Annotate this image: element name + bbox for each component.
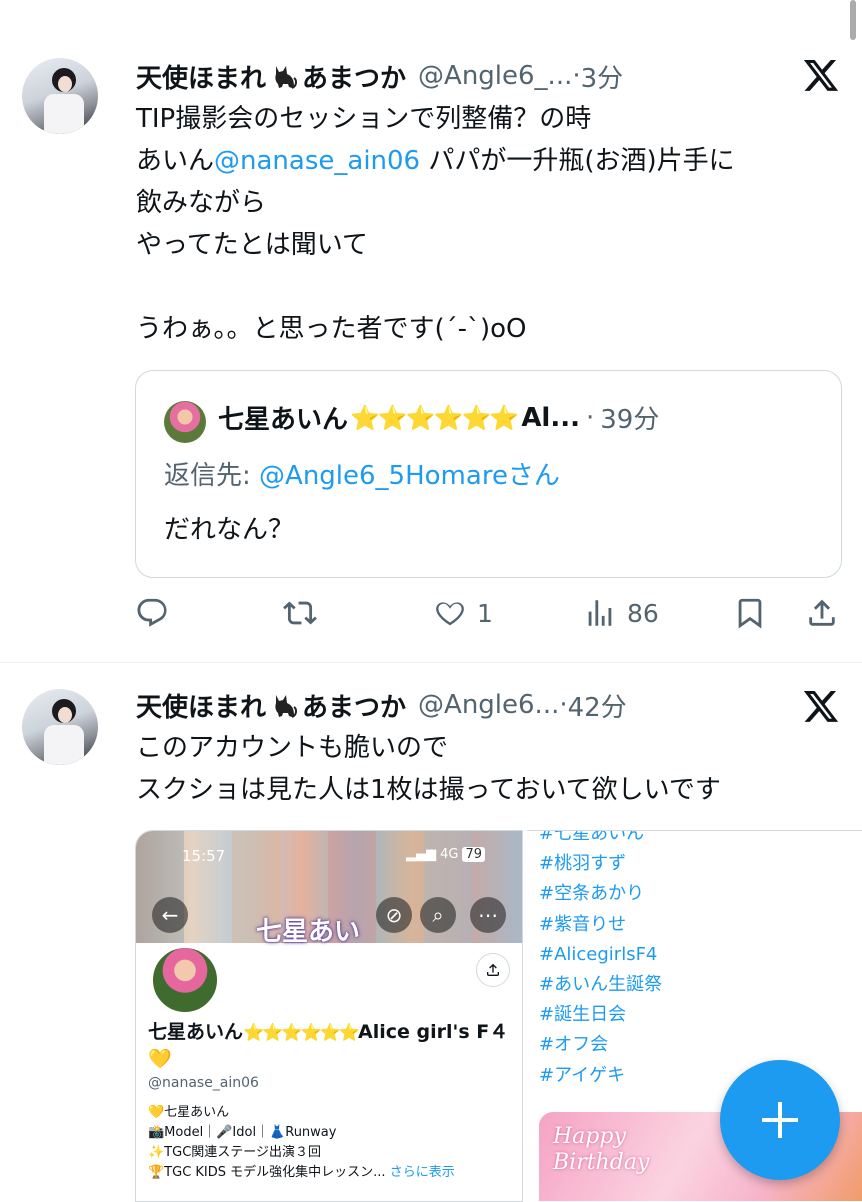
- author-handle[interactable]: @Angle6_...: [418, 61, 572, 91]
- reply-button[interactable]: [135, 596, 169, 630]
- avatar[interactable]: [22, 58, 98, 134]
- back-arrow-icon: ←: [152, 897, 188, 933]
- reply-to-handle[interactable]: @Angle6_5Homareさん: [259, 461, 560, 491]
- black-cat-emoji-icon: [275, 695, 298, 718]
- scrollbar[interactable]: [850, 0, 856, 40]
- views-count: 86: [627, 598, 659, 628]
- more-icon: ⋯: [470, 897, 506, 933]
- bio-text: 💛七星あいん 📸Model｜🎤Idol｜👗Runway ✨TGC関連ステージ出演…: [148, 1105, 386, 1180]
- battery-level: 79: [462, 847, 486, 862]
- profile-bio: 💛七星あいん 📸Model｜🎤Idol｜👗Runway ✨TGC関連ステージ出演…: [148, 1103, 455, 1183]
- bio-more-link: さらに表示: [389, 1165, 455, 1180]
- hashtag-list: #七星あいん #桃羽すず #空条あかり #紫音りせ #AlicegirlsF4 …: [539, 830, 663, 1086]
- quoted-timestamp: 39分: [600, 405, 660, 435]
- heart-icon: [436, 602, 464, 626]
- tweet-text-rest: 飲みながら やってたとは聞いて うわぁ。。と思った者です(´-`)oO: [136, 188, 527, 344]
- like-count: 1: [477, 598, 493, 628]
- share-icon: [476, 953, 510, 987]
- timestamp[interactable]: 3分: [581, 58, 624, 95]
- quoted-reply-to: 返信先: @Angle6_5Homareさん: [164, 455, 560, 492]
- views-chart-icon: [588, 600, 612, 626]
- quoted-avatar[interactable]: [164, 401, 206, 443]
- retweet-button[interactable]: [283, 596, 317, 630]
- separator-dot: ·: [559, 690, 568, 720]
- author-name[interactable]: 天使ほまれ: [136, 58, 266, 95]
- tweet-divider: [0, 662, 862, 663]
- author-handle[interactable]: @Angle6...: [418, 690, 559, 720]
- tweet-header: 天使ほまれ あまつか @Angle6_... · 3分: [136, 56, 623, 96]
- profile-avatar: [150, 945, 220, 1015]
- bookmark-icon: [738, 598, 762, 629]
- black-cat-emoji-icon: [275, 66, 298, 89]
- author-name[interactable]: 天使ほまれ: [136, 687, 266, 724]
- tweet-actions: 1 86: [135, 596, 840, 636]
- separator-dot: ·: [585, 402, 595, 433]
- quoted-author-name: 七星あいん: [218, 405, 349, 435]
- retweet-icon: [283, 601, 317, 625]
- profile-handle: @nanase_ain06: [148, 1075, 259, 1091]
- star-emoji-icons: ⭐⭐⭐⭐⭐⭐: [243, 1023, 360, 1043]
- tweet-text: TIP撮影会のセッションで列整備？の時 あいん@nanase_ain06 パパが…: [136, 98, 735, 350]
- quoted-author-name-truncated: Al...: [521, 402, 580, 433]
- profile-name-text: 七星あいん: [148, 1021, 244, 1043]
- profile-banner: 15:57 ▂▄▆ 4G 79 七星あい ← ⊘ ⌕ ⋯: [136, 831, 522, 947]
- separator-dot: ·: [572, 61, 581, 91]
- author-name-suffix[interactable]: あまつか: [302, 687, 406, 724]
- reply-to-label: 返信先:: [164, 461, 260, 491]
- quoted-text: だれなん？: [164, 515, 295, 545]
- like-button[interactable]: 1: [433, 596, 493, 630]
- reply-icon: [137, 598, 167, 627]
- plus-icon: [762, 1102, 798, 1138]
- profile-name: 七星あいん⭐⭐⭐⭐⭐⭐Alice girl's F４💛: [148, 1019, 518, 1072]
- bookmark-button[interactable]: [733, 596, 767, 630]
- search-icon: ⌕: [420, 897, 456, 933]
- x-logo-icon[interactable]: [802, 56, 840, 94]
- birthday-card-text: Happy Birthday: [553, 1124, 650, 1175]
- quoted-tweet[interactable]: 七星あいん ⭐⭐⭐⭐⭐⭐ Al... · 39分 返信先: @Angle6_5H…: [135, 370, 842, 578]
- star-emoji-icons: ⭐⭐⭐⭐⭐⭐: [350, 403, 519, 432]
- tweet-text-post: パパが一升瓶(お酒)片手に: [420, 146, 735, 176]
- avatar[interactable]: [22, 689, 98, 765]
- x-logo-icon[interactable]: [802, 687, 840, 725]
- author-name-suffix[interactable]: あまつか: [302, 58, 406, 95]
- quoted-header: 七星あいん ⭐⭐⭐⭐⭐⭐ Al... · 39分: [218, 399, 659, 436]
- media-screenshot-profile[interactable]: 15:57 ▂▄▆ 4G 79 七星あい ← ⊘ ⌕ ⋯ 七星あいん⭐⭐⭐⭐⭐⭐A…: [135, 830, 523, 1202]
- status-time: 15:57: [182, 847, 226, 865]
- tweet-text-pre: あいん: [136, 146, 215, 176]
- tweet-header: 天使ほまれ あまつか @Angle6... · 42分: [136, 685, 627, 725]
- timestamp[interactable]: 42分: [568, 687, 627, 724]
- translate-icon: ⊘: [376, 897, 412, 933]
- compose-button[interactable]: [720, 1060, 840, 1180]
- share-button[interactable]: [805, 596, 839, 630]
- mention-link[interactable]: @nanase_ain06: [214, 146, 420, 176]
- tweet-text-line: TIP撮影会のセッションで列整備？の時: [136, 104, 592, 134]
- status-net: 4G: [440, 847, 459, 862]
- tweet-text: このアカウントも脆いので スクショは見た人は1枚は撮っておいて欲しいです: [136, 733, 721, 805]
- share-icon: [809, 599, 835, 626]
- views-button[interactable]: 86: [583, 596, 659, 630]
- status-network: ▂▄▆ 4G 79: [406, 847, 486, 862]
- banner-title: 七星あい: [256, 917, 361, 947]
